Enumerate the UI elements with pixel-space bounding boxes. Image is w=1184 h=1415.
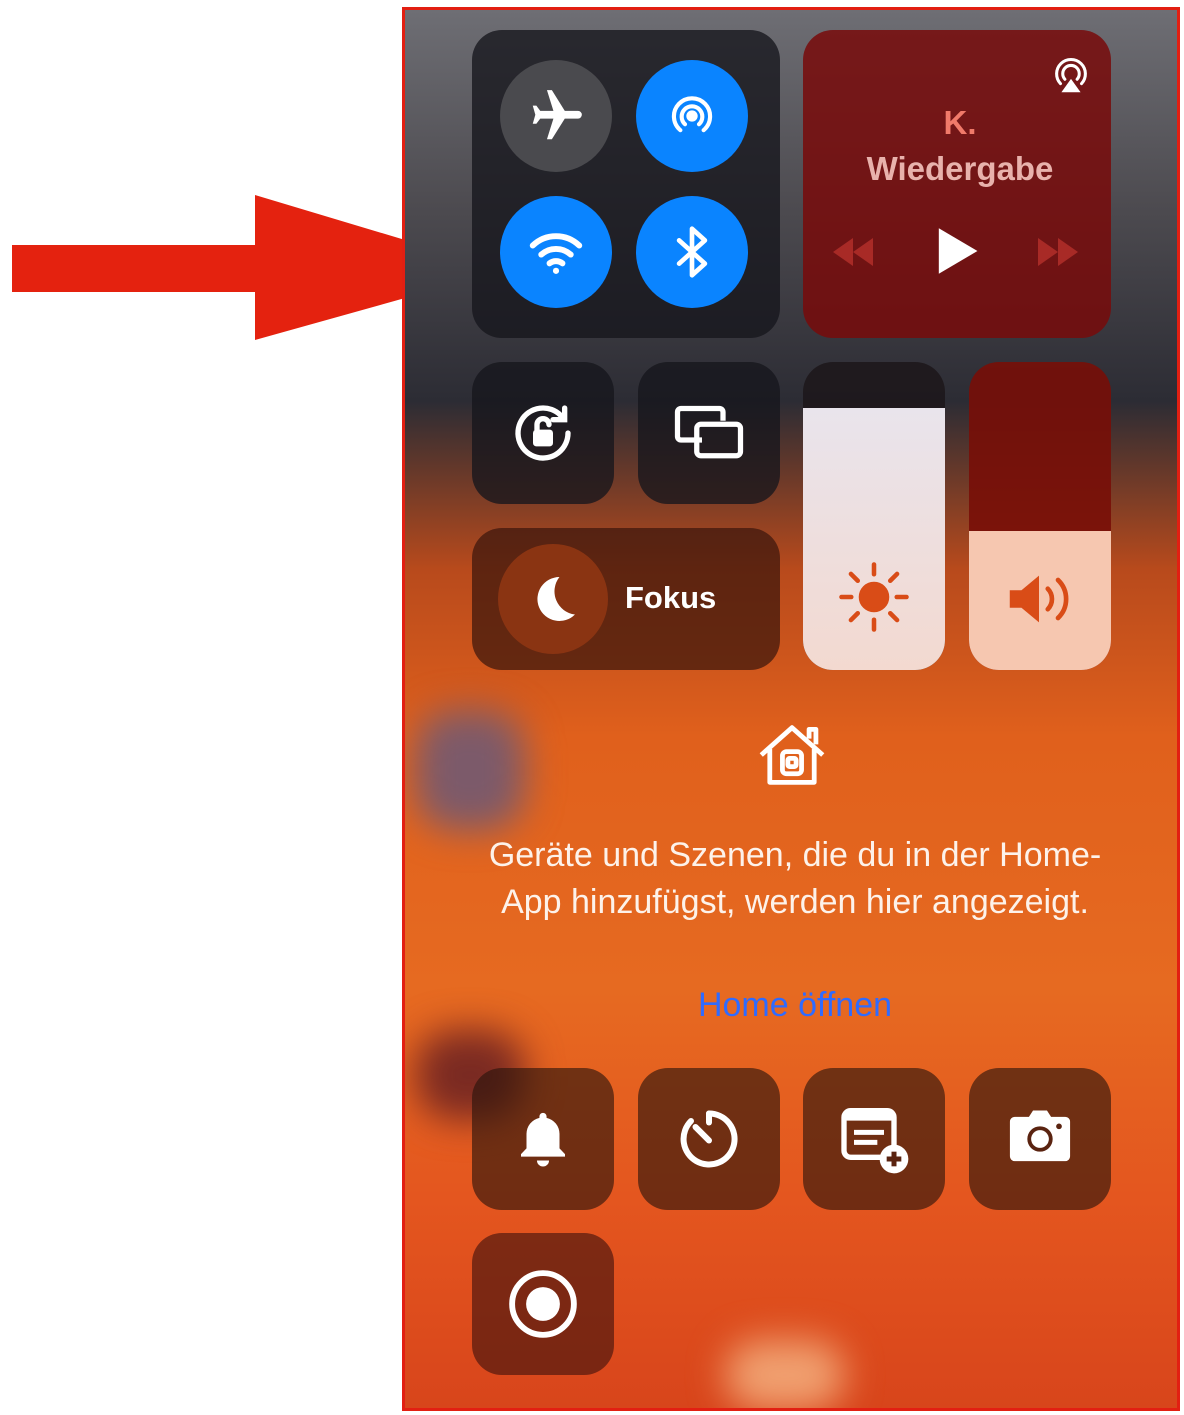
screen-record-icon — [509, 1270, 577, 1338]
screen-mirroring-button[interactable] — [638, 362, 780, 504]
forward-icon[interactable] — [1033, 232, 1083, 272]
play-icon[interactable] — [933, 226, 981, 276]
moon-icon — [537, 577, 575, 621]
timer-button[interactable] — [638, 1068, 780, 1210]
media-title: K. Wiedergabe — [805, 100, 1115, 192]
rewind-icon[interactable] — [828, 232, 878, 272]
sun-icon — [839, 562, 909, 632]
speaker-icon — [1009, 575, 1069, 623]
home-empty-text: Geräte und Szenen, die du in der Home-Ap… — [488, 836, 1102, 921]
timer-icon — [680, 1110, 738, 1168]
control-center-screen: K. Wiedergabe Fokus Geräte und Szenen, d… — [402, 7, 1180, 1411]
wifi-icon — [529, 233, 583, 274]
orientation-lock-button[interactable] — [472, 362, 614, 504]
camera-button[interactable] — [969, 1068, 1111, 1210]
airplane-icon — [532, 90, 582, 140]
airplane-mode-toggle[interactable] — [500, 60, 612, 172]
screen-record-button[interactable] — [472, 1233, 614, 1375]
home-icon — [759, 725, 825, 785]
camera-icon — [1009, 1110, 1071, 1162]
wifi-toggle[interactable] — [500, 196, 612, 308]
notes-add-icon — [841, 1108, 909, 1174]
open-home-link[interactable]: Home öffnen — [465, 986, 1125, 1025]
media-title-line1: K. — [943, 104, 977, 141]
background-blur-3 — [725, 1340, 845, 1408]
airplay-icon[interactable] — [1048, 52, 1094, 98]
bluetooth-icon — [676, 226, 708, 278]
silent-mode-button[interactable] — [472, 1068, 614, 1210]
screen-mirroring-icon — [674, 405, 744, 459]
background-blur — [415, 710, 525, 830]
orientation-lock-icon — [515, 405, 571, 461]
connectivity-tile — [472, 30, 780, 338]
airdrop-toggle[interactable] — [636, 60, 748, 172]
bell-icon — [521, 1112, 565, 1167]
brightness-slider[interactable] — [803, 362, 945, 670]
media-title-line2: Wiedergabe — [866, 150, 1054, 187]
focus-label: Fokus — [625, 580, 717, 615]
airdrop-icon — [671, 96, 713, 133]
focus-icon-circle — [498, 544, 608, 654]
bluetooth-toggle[interactable] — [636, 196, 748, 308]
quick-note-button[interactable] — [803, 1068, 945, 1210]
volume-slider[interactable] — [969, 362, 1111, 670]
